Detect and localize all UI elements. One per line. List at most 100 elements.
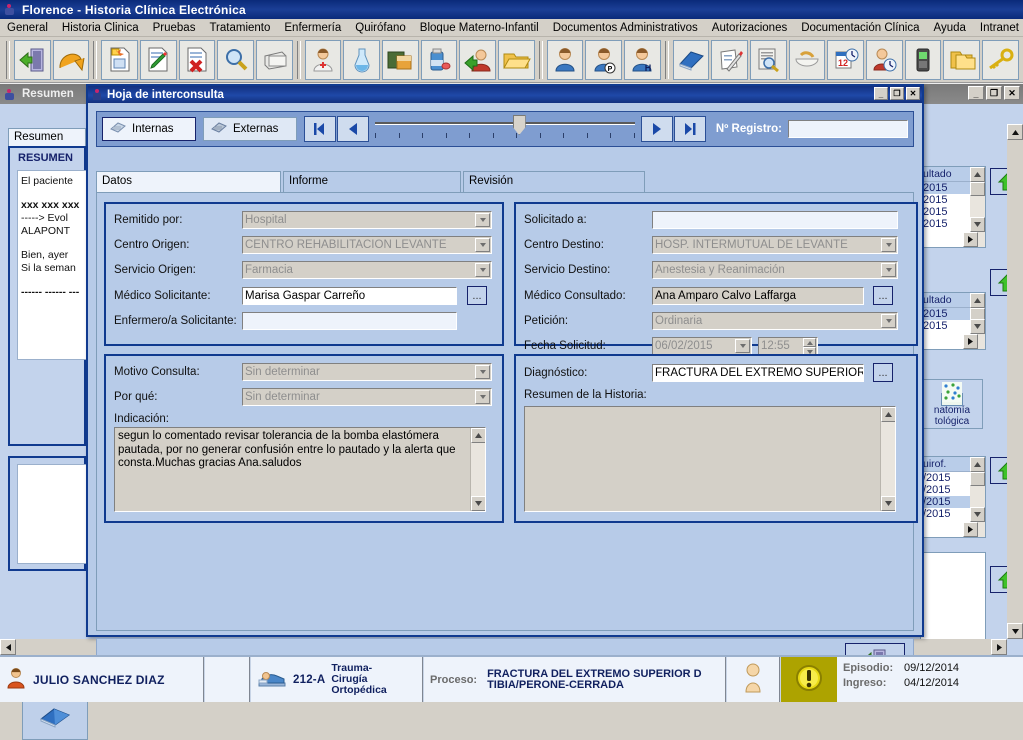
chevron-down-icon[interactable] <box>475 263 490 277</box>
scroll-right-button[interactable] <box>991 639 1007 655</box>
hora-solicitud-spinner[interactable]: 12:55 <box>758 337 818 355</box>
person-cell[interactable] <box>727 657 781 702</box>
registry-input[interactable] <box>788 120 908 138</box>
scroll-left-button[interactable] <box>0 639 16 655</box>
servicio-origen-combo[interactable]: Farmacia <box>242 261 492 279</box>
scroll-up-button[interactable] <box>471 428 485 443</box>
spinner-up[interactable] <box>803 338 816 347</box>
tab-informe[interactable]: Informe <box>283 171 461 193</box>
list-scrollbar[interactable] <box>963 167 985 247</box>
remitido-por-combo[interactable]: Hospital <box>242 211 492 229</box>
chevron-down-icon[interactable] <box>475 238 490 252</box>
scroll-up-button[interactable] <box>970 293 985 308</box>
chevron-down-icon[interactable] <box>475 213 490 227</box>
tab-internas[interactable]: Internas <box>102 117 196 141</box>
open-folders-icon[interactable] <box>943 39 981 80</box>
scroll-down-button[interactable] <box>970 319 985 334</box>
patient-icon[interactable] <box>546 39 584 80</box>
scroll-up-button[interactable] <box>970 167 985 182</box>
scroll-down-button[interactable] <box>970 217 985 232</box>
delete-document-icon[interactable] <box>178 39 216 80</box>
close-button[interactable]: ✕ <box>1004 86 1020 100</box>
patient-transfer-icon[interactable] <box>459 39 497 80</box>
chevron-down-icon[interactable] <box>881 263 896 277</box>
enfermero-solicitante-input[interactable] <box>242 312 457 330</box>
next-record-button[interactable] <box>640 116 673 142</box>
peticion-combo[interactable]: Ordinaria <box>652 312 898 330</box>
maximize-button[interactable]: ❐ <box>986 86 1002 100</box>
slider-thumb[interactable] <box>512 115 526 135</box>
scroll-up-button[interactable] <box>1007 124 1023 140</box>
anatomia-patologica-card[interactable]: natomía tológica <box>921 379 983 429</box>
minimize-button[interactable]: _ <box>968 86 984 100</box>
resumen-historia-textarea[interactable] <box>524 406 896 512</box>
list-scrollbar[interactable] <box>963 293 985 349</box>
dialog-maximize-button[interactable]: ❐ <box>890 87 904 100</box>
diagnostico-browse-button[interactable]: ... <box>873 363 893 382</box>
centro-origen-combo[interactable]: CENTRO REHABILITACION LEVANTE <box>242 236 492 254</box>
medico-consultado-browse-button[interactable]: ... <box>873 286 893 305</box>
fecha-solicitud-datepicker[interactable]: 06/02/2015 <box>652 337 752 355</box>
lab-flask-icon[interactable] <box>343 39 380 80</box>
document-search-icon[interactable] <box>749 39 787 80</box>
scroll-up-button[interactable] <box>970 457 985 472</box>
medication-bottle-icon[interactable] <box>420 39 458 80</box>
scroll-down-button[interactable] <box>881 496 895 511</box>
scroll-down-button[interactable] <box>471 496 485 511</box>
centro-destino-combo[interactable]: HOSP. INTERMUTUAL DE LEVANTE <box>652 236 898 254</box>
menu-item-ayuda[interactable]: Ayuda <box>927 21 973 35</box>
patient-cell[interactable]: JULIO SANCHEZ DIAZ <box>0 657 205 702</box>
indicacion-scrollbar[interactable] <box>470 428 485 511</box>
list-scrollbar[interactable] <box>963 457 985 537</box>
first-record-button[interactable] <box>304 116 336 142</box>
resumen-text-area[interactable]: El paciente xxx xxx xxx -----> Evol ALAP… <box>17 170 97 360</box>
resumen-secondary-textarea[interactable] <box>17 464 97 564</box>
chevron-down-icon[interactable] <box>881 314 896 328</box>
menu-item-general[interactable]: General <box>0 21 55 35</box>
scroll-right-button[interactable] <box>963 334 978 349</box>
printer-icon[interactable] <box>255 39 293 80</box>
indicacion-textarea[interactable]: segun lo comentado revisar tolerancia de… <box>114 427 486 512</box>
patient-h-icon[interactable]: H <box>624 39 661 80</box>
dialog-minimize-button[interactable]: _ <box>874 87 888 100</box>
scroll-down-button[interactable] <box>970 507 985 522</box>
scroll-right-button[interactable] <box>963 232 978 247</box>
search-magnifier-icon[interactable] <box>217 39 254 80</box>
window-vertical-scrollbar[interactable] <box>1007 124 1023 639</box>
chevron-down-icon[interactable] <box>881 238 896 252</box>
tab-resumen[interactable]: Resumen <box>8 128 86 147</box>
undo-arrow-icon[interactable] <box>52 39 90 80</box>
scroll-right-button[interactable] <box>963 522 978 537</box>
solicitado-a-input[interactable] <box>652 211 898 229</box>
process-cell[interactable]: Proceso: FRACTURA DEL EXTREMO SUPERIOR D… <box>424 657 727 702</box>
menu-item-enfermeria[interactable]: Enfermería <box>277 21 348 35</box>
diagnostico-input[interactable]: FRACTURA DEL EXTREMO SUPERIOR DI <box>652 363 864 382</box>
warning-cell[interactable] <box>781 657 837 702</box>
mobile-phone-icon[interactable] <box>904 39 942 80</box>
key-icon[interactable] <box>982 39 1019 80</box>
prescription-pen-icon[interactable] <box>711 39 748 80</box>
menu-item-pruebas[interactable]: Pruebas <box>146 21 203 35</box>
menu-item-quirofano[interactable]: Quirófano <box>348 21 413 35</box>
menu-item-tratamiento[interactable]: Tratamiento <box>202 21 277 35</box>
blue-book-icon[interactable] <box>672 39 710 80</box>
calendar-clock-icon[interactable]: 12 <box>827 39 865 80</box>
scroll-down-button[interactable] <box>1007 623 1023 639</box>
servicio-destino-combo[interactable]: Anestesia y Reanimación <box>652 261 898 279</box>
menu-item-autorizaciones[interactable]: Autorizaciones <box>705 21 794 35</box>
scrollbar-thumb[interactable] <box>970 472 985 486</box>
menu-item-intranet[interactable]: Intranet <box>973 21 1023 35</box>
tab-datos[interactable]: Datos <box>96 171 281 193</box>
por-que-combo[interactable]: Sin determinar <box>242 388 492 406</box>
medico-solicitante-input[interactable]: Marisa Gaspar Carreño <box>242 286 457 305</box>
menu-item-historia[interactable]: Historia Clinica <box>55 21 146 35</box>
resumen-historia-scrollbar[interactable] <box>880 407 895 511</box>
tab-revision[interactable]: Revisión <box>463 171 645 193</box>
chevron-down-icon[interactable] <box>735 339 750 353</box>
new-document-icon[interactable] <box>101 39 138 80</box>
menu-item-documentacion-clinica[interactable]: Documentación Clínica <box>794 21 926 35</box>
menu-item-bloque-materno[interactable]: Bloque Materno-Infantil <box>413 21 546 35</box>
scrollbar-thumb[interactable] <box>970 182 985 196</box>
edit-document-icon[interactable] <box>139 39 177 80</box>
medico-consultado-input[interactable]: Ana Amparo Calvo Laffarga <box>652 286 864 305</box>
